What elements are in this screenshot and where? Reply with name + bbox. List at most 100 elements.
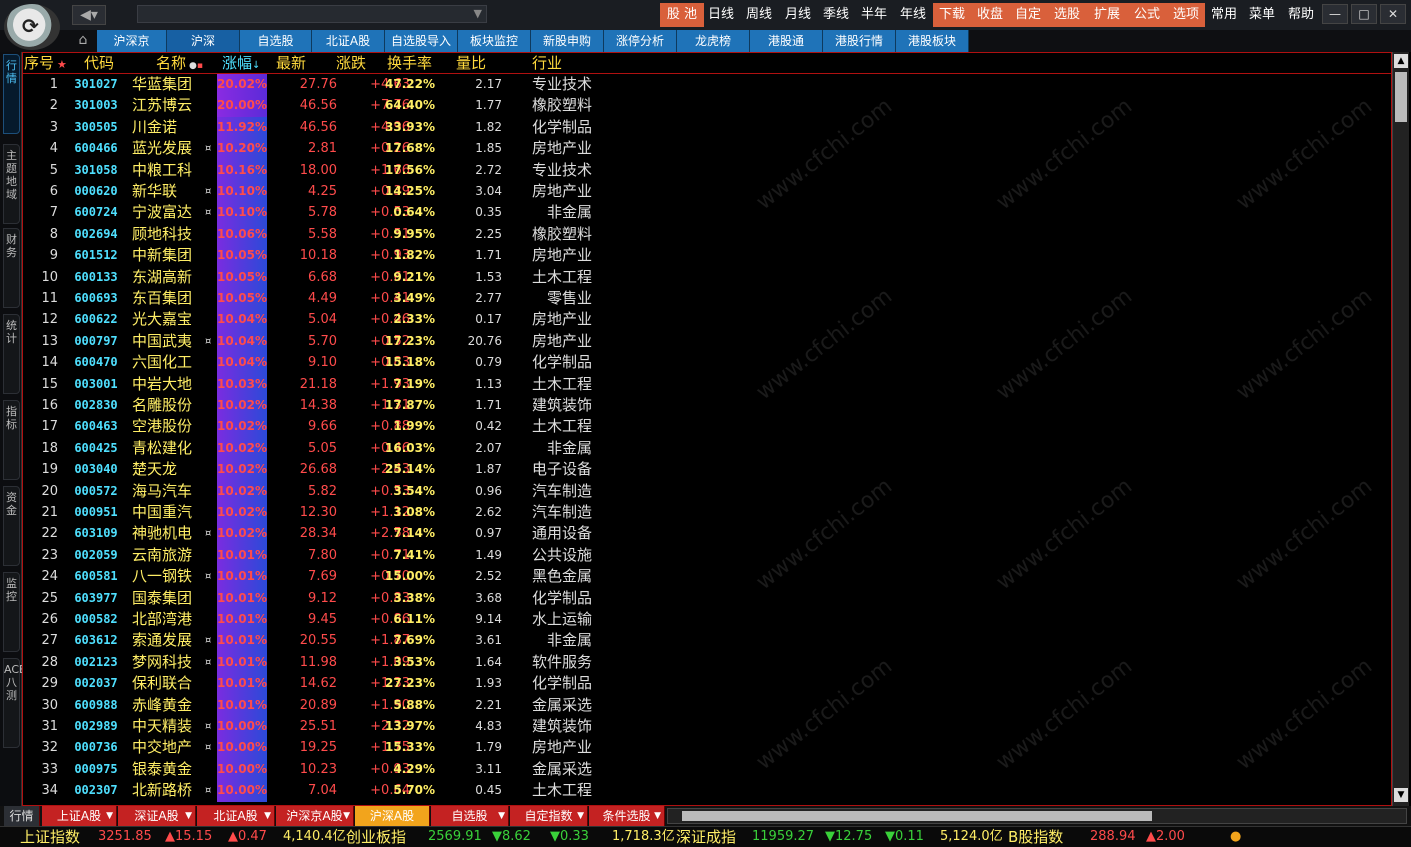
tab-hushen[interactable]: 沪深	[167, 30, 240, 52]
bottom-tab-hsj-a[interactable]: 沪深京A股 ▼	[276, 806, 354, 826]
home-icon[interactable]: ⌂	[72, 32, 94, 50]
hscroll-thumb[interactable]	[682, 811, 1152, 821]
side-tab-funds[interactable]: 资金	[3, 486, 20, 566]
notification-icon[interactable]: ●	[1230, 827, 1241, 847]
table-row[interactable]: 2 301003 江苏博云 20.00% 46.56 +7.76 64.40% 1.77 橡胶塑…	[22, 95, 1392, 117]
menu-common[interactable]: 常用	[1207, 3, 1241, 27]
table-row[interactable]: 10 600133 东湖高新 10.05% 6.68 +0.61 9.21% 1.53 土木工程	[22, 266, 1392, 288]
tab-hk-quotes[interactable]: 港股行情	[823, 30, 896, 52]
header-turnover[interactable]: 换手率	[387, 52, 432, 74]
table-row[interactable]: 6 000620 新华联 ¤ 10.10% 4.25 +0.39 14.25% 3.04 房地产业	[22, 181, 1392, 203]
table-row[interactable]: 31 002989 中天精装 ¤ 10.00% 25.51 +2.32 13.97% 4.83 建…	[22, 716, 1392, 738]
table-row[interactable]: 22 603109 神驰机电 ¤ 10.02% 28.34 +2.58 7.14% 0.97 通用…	[22, 523, 1392, 545]
header-change[interactable]: 涨跌	[336, 52, 366, 74]
dropdown-icon[interactable]: ▼	[185, 806, 192, 826]
tab-limit-up[interactable]: 涨停分析	[604, 30, 677, 52]
bottom-tab-hs-a[interactable]: 沪深A股	[355, 806, 430, 826]
cy-index-name[interactable]: 创业板指	[346, 827, 406, 847]
bottom-tab-condition-select[interactable]: 条件选股 ▼	[589, 806, 665, 826]
table-row[interactable]: 15 003001 中岩大地 10.03% 21.18 +1.93 7.19% 1.13 土木工…	[22, 373, 1392, 395]
bottom-tab-sh-a[interactable]: 上证A股 ▼	[42, 806, 117, 826]
table-row[interactable]: 11 600693 东百集团 10.05% 4.49 +0.41 3.49% 2.77 零售业	[22, 288, 1392, 310]
maximize-button[interactable]: □	[1351, 4, 1377, 24]
bottom-tab-quotes[interactable]: 行情	[4, 806, 40, 826]
address-dropdown[interactable]: ▼	[137, 5, 487, 23]
table-row[interactable]: 24 600581 八一钢铁 ¤ 10.01% 7.69 +0.70 15.00% 2.52 黑色…	[22, 566, 1392, 588]
tab-ipo[interactable]: 新股申购	[531, 30, 604, 52]
menu-monthly[interactable]: 月线	[781, 3, 815, 27]
table-row[interactable]: 1 301027 华蓝集团 20.02% 27.76 +4.63 47.22% 2.17 专业技…	[22, 74, 1392, 96]
bottom-tab-bse-a[interactable]: 北证A股 ▼	[197, 806, 275, 826]
menu-daily[interactable]: 日线	[704, 3, 738, 27]
table-row[interactable]: 20 000572 海马汽车 10.02% 5.82 +0.53 3.54% 0.96 汽车制造	[22, 480, 1392, 502]
table-row[interactable]: 23 002059 云南旅游 10.01% 7.80 +0.71 7.41% 1.49 公共设施	[22, 544, 1392, 567]
back-button[interactable]: ◀▾	[72, 5, 106, 25]
table-row[interactable]: 3 300505 川金诺 11.92% 46.56 +4.96 33.93% 1.82 化学制品	[22, 116, 1392, 139]
table-row[interactable]: 33 000975 银泰黄金 10.00% 10.23 +0.93 4.29% 3.11 金属采…	[22, 758, 1392, 781]
table-row[interactable]: 19 003040 楚天龙 10.02% 26.68 +2.43 25.14% 1.87 电子设…	[22, 459, 1392, 481]
dropdown-icon[interactable]: ▼	[654, 806, 661, 826]
tab-hk-connect[interactable]: 港股通	[750, 30, 823, 52]
header-last[interactable]: 最新	[276, 52, 306, 74]
dropdown-icon[interactable]: ▼	[577, 806, 584, 826]
side-tab-indicators[interactable]: 指标	[3, 400, 20, 480]
tab-sector-monitor[interactable]: 板块监控	[458, 30, 531, 52]
table-row[interactable]: 5 301058 中粮工科 10.16% 18.00 +1.66 17.56% 2.72 专业技…	[22, 159, 1392, 181]
dropdown-icon[interactable]: ▼	[106, 806, 113, 826]
table-row[interactable]: 29 002037 保利联合 10.01% 14.62 +1.33 27.23% 1.93 化学…	[22, 673, 1392, 695]
side-tab-stats[interactable]: 统计	[3, 314, 20, 394]
menu-stock-select[interactable]: 选股	[1047, 3, 1087, 27]
bottom-tab-custom-index[interactable]: 自定指数 ▼	[510, 806, 588, 826]
menu-options[interactable]: 选项	[1167, 3, 1205, 27]
header-industry[interactable]: 行业	[532, 52, 562, 74]
table-row[interactable]: 25 603977 国泰集团 10.01% 9.12 +0.83 3.38% 3.68 化学制品	[22, 587, 1392, 609]
menu-halfyear[interactable]: 半年	[857, 3, 891, 27]
menu-menu[interactable]: 菜单	[1245, 3, 1279, 27]
side-tab-monitor[interactable]: 监控	[3, 572, 20, 652]
b-index-name[interactable]: B股指数	[1008, 827, 1063, 847]
close-button[interactable]: ✕	[1380, 4, 1406, 24]
header-pct-change[interactable]: 涨幅↓	[222, 52, 260, 74]
minimize-button[interactable]: —	[1322, 4, 1348, 24]
side-tab-theme[interactable]: 主题地域	[3, 144, 20, 224]
table-row[interactable]: 13 000797 中国武夷 ¤ 10.04% 5.70 +0.52 17.23% 20.76 房…	[22, 330, 1392, 353]
table-row[interactable]: 16 002830 名雕股份 10.02% 14.38 +1.31 17.87% 1.71 建筑…	[22, 395, 1392, 417]
scroll-down-icon[interactable]: ▼	[1394, 788, 1408, 802]
dropdown-icon[interactable]: ▼	[264, 806, 271, 826]
menu-yearly[interactable]: 年线	[896, 3, 930, 27]
sh-index-name[interactable]: 上证指数	[20, 827, 80, 847]
table-row[interactable]: 4 600466 蓝光发展 ¤ 10.20% 2.81 +0.26 17.68% 1.85 房地产…	[22, 138, 1392, 160]
menu-weekly[interactable]: 周线	[742, 3, 776, 27]
sz-index-name[interactable]: 深证成指	[676, 827, 736, 847]
tab-dragon-tiger[interactable]: 龙虎榜	[677, 30, 750, 52]
menu-extend[interactable]: 扩展	[1087, 3, 1127, 27]
header-volume-ratio[interactable]: 量比	[456, 52, 486, 74]
table-row[interactable]: 32 000736 中交地产 ¤ 10.00% 19.25 +1.75 15.33% 1.79 房…	[22, 737, 1392, 759]
scroll-thumb[interactable]	[1395, 72, 1407, 122]
tab-watchlist-import[interactable]: 自选股导入	[385, 30, 458, 52]
table-row[interactable]: 26 000582 北部湾港 10.01% 9.45 +0.86 6.11% 9.14 水上运输	[22, 609, 1392, 631]
table-row[interactable]: 14 600470 六国化工 10.04% 9.10 +0.83 15.18% 0.79 化学制…	[22, 352, 1392, 374]
side-tab-ace[interactable]: ACE八测	[3, 658, 26, 748]
menu-download[interactable]: 下载	[933, 3, 971, 27]
bottom-tab-sz-a[interactable]: 深证A股 ▼	[118, 806, 196, 826]
table-row[interactable]: 30 600988 赤峰黄金 10.01% 20.89 +1.90 5.88% 2.21 金属采…	[22, 694, 1392, 716]
header-seq[interactable]: 序号 ★	[24, 52, 67, 74]
table-row[interactable]: 8 002694 顾地科技 10.06% 5.58 +0.51 9.95% 2.25 橡胶塑料	[22, 223, 1392, 246]
table-row[interactable]: 17 600463 空港股份 10.02% 9.66 +0.88 1.99% 0.42 土木工程	[22, 416, 1392, 438]
horizontal-scrollbar[interactable]	[667, 808, 1407, 824]
table-row[interactable]: 21 000951 中国重汽 10.02% 12.30 +1.12 3.08% 2.62 汽车制…	[22, 502, 1392, 524]
tab-hk-sectors[interactable]: 港股板块	[896, 30, 969, 52]
vertical-scrollbar[interactable]: ▲ ▼	[1392, 52, 1409, 806]
dropdown-icon[interactable]: ▼	[498, 806, 505, 826]
menu-stock-pool[interactable]: 股 池	[660, 3, 704, 27]
menu-help[interactable]: 帮助	[1284, 3, 1318, 27]
table-row[interactable]: 28 002123 梦网科技 ¤ 10.01% 11.98 +1.09 3.53% 1.64 软件…	[22, 651, 1392, 674]
chevron-down-icon[interactable]: ▼	[474, 7, 482, 20]
scroll-up-icon[interactable]: ▲	[1394, 54, 1408, 68]
table-row[interactable]: 18 600425 青松建化 10.02% 5.05 +0.46 16.03% 2.07 非金属	[22, 437, 1392, 460]
tab-bse-a[interactable]: 北证A股	[312, 30, 385, 52]
table-row[interactable]: 7 600724 宁波富达 ¤ 10.10% 5.78 +0.53 0.64% 0.35 非金属	[22, 202, 1392, 224]
table-row[interactable]: 27 603612 索通发展 ¤ 10.01% 20.55 +1.87 7.69% 3.61 非金…	[22, 630, 1392, 652]
table-row[interactable]: 12 600622 光大嘉宝 10.04% 5.04 +0.46 2.33% 0.17 房地产业	[22, 309, 1392, 331]
